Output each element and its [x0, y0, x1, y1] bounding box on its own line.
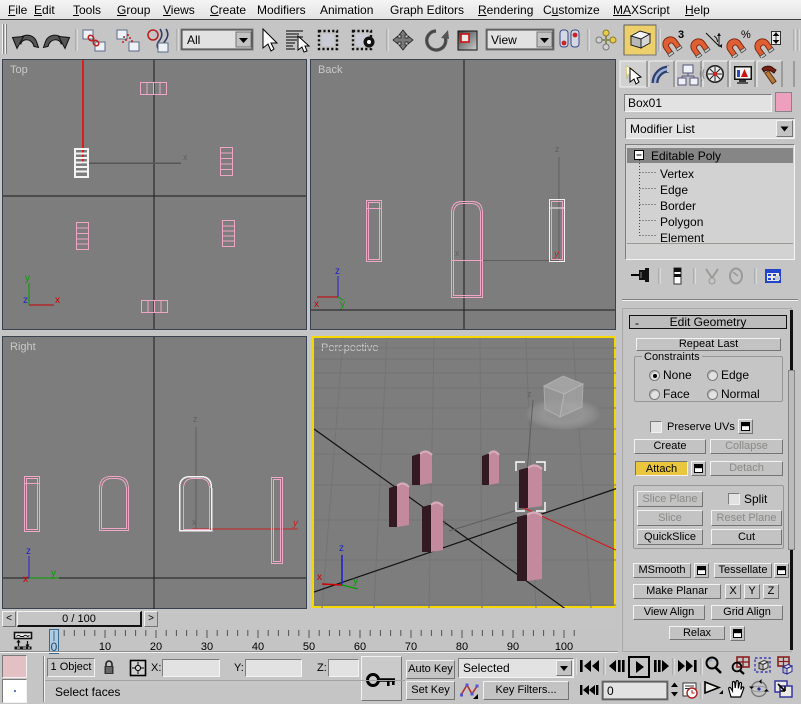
svg-text:z: z: [335, 266, 340, 277]
svg-text:x: x: [314, 299, 319, 310]
svg-text:z: z: [23, 295, 28, 306]
svg-text:y: y: [553, 249, 560, 260]
svg-text:y: y: [25, 273, 30, 284]
svg-text:z: z: [26, 546, 31, 557]
svg-text:x: x: [192, 517, 197, 527]
svg-text:3: 3: [678, 29, 684, 41]
svg-text:z: z: [193, 414, 198, 424]
svg-text:y: y: [292, 518, 299, 529]
svg-text:y: y: [51, 568, 56, 579]
svg-text:x: x: [317, 572, 322, 583]
svg-text:x: x: [55, 295, 60, 306]
svg-text:y: y: [353, 576, 358, 587]
svg-text:x: x: [23, 574, 28, 585]
svg-text:z: z: [527, 389, 532, 399]
svg-text:x: x: [183, 152, 188, 162]
svg-text:x: x: [455, 248, 460, 258]
svg-text:z: z: [339, 543, 344, 554]
svg-text:All: All: [187, 33, 200, 47]
svg-text:View: View: [491, 33, 517, 47]
svg-text:%: %: [741, 29, 751, 41]
svg-text:z: z: [555, 144, 560, 154]
svg-text:y: y: [340, 299, 345, 310]
svg-text:0: 0: [607, 684, 614, 698]
